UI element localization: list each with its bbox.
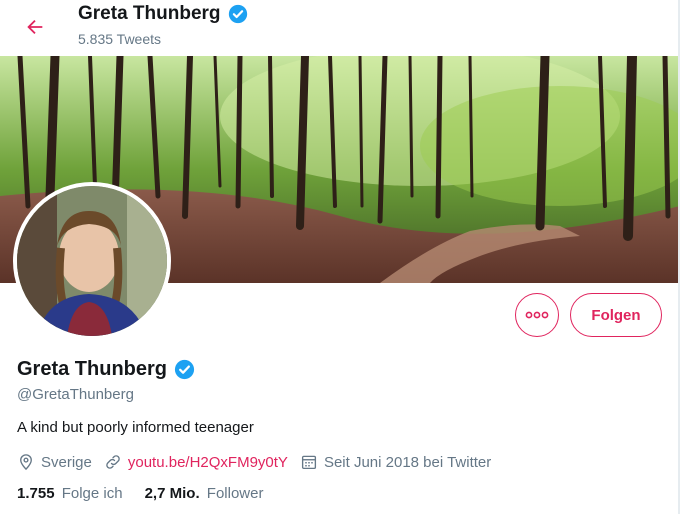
location-pin-icon — [20, 454, 32, 471]
following-stat[interactable]: 1.755 Folge ich — [17, 485, 123, 502]
verified-badge-icon — [228, 4, 247, 24]
back-button[interactable] — [18, 10, 52, 44]
joined-item: Seit Juni 2018 bei Twitter — [300, 453, 491, 471]
header-name: Greta Thunberg — [78, 3, 249, 25]
profile-stats: 1.755 Folge ich 2,7 Mio. Follower — [17, 485, 285, 502]
location-text: Sverige — [41, 453, 92, 471]
profile-name: Greta Thunberg — [17, 358, 196, 381]
verified-badge-icon — [174, 359, 195, 380]
top-bar: Greta Thunberg 5.835 Tweets — [0, 0, 680, 56]
profile-handle: @GretaThunberg — [17, 386, 134, 403]
profile-bio: A kind but poorly informed teenager — [17, 419, 254, 436]
more-icon — [525, 311, 549, 319]
header-name-text: Greta Thunberg — [78, 3, 221, 24]
profile-avatar[interactable] — [13, 182, 171, 340]
following-label: Folge ich — [61, 485, 123, 502]
follow-button[interactable]: Folgen — [570, 293, 662, 337]
followers-label: Follower — [206, 485, 264, 502]
website-item: youtu.be/H2QxFM9y0tY — [104, 453, 288, 471]
more-options-button[interactable] — [515, 293, 559, 337]
arrow-left-icon — [27, 19, 43, 35]
following-count: 1.755 — [17, 485, 55, 502]
link-icon — [106, 455, 120, 469]
tweet-count: 5.835 Tweets — [78, 31, 162, 47]
followers-count: 2,7 Mio. — [144, 485, 200, 502]
website-link[interactable]: youtu.be/H2QxFM9y0tY — [128, 454, 288, 471]
profile-meta: Sverige youtu.be/H2QxFM9y0tY Seit Juni 2… — [17, 452, 503, 472]
joined-text: Seit Juni 2018 bei Twitter — [323, 453, 492, 471]
profile-name-text: Greta Thunberg — [17, 358, 168, 380]
location-item: Sverige — [17, 453, 92, 471]
calendar-icon — [301, 455, 316, 470]
followers-stat[interactable]: 2,7 Mio. Follower — [145, 485, 264, 502]
